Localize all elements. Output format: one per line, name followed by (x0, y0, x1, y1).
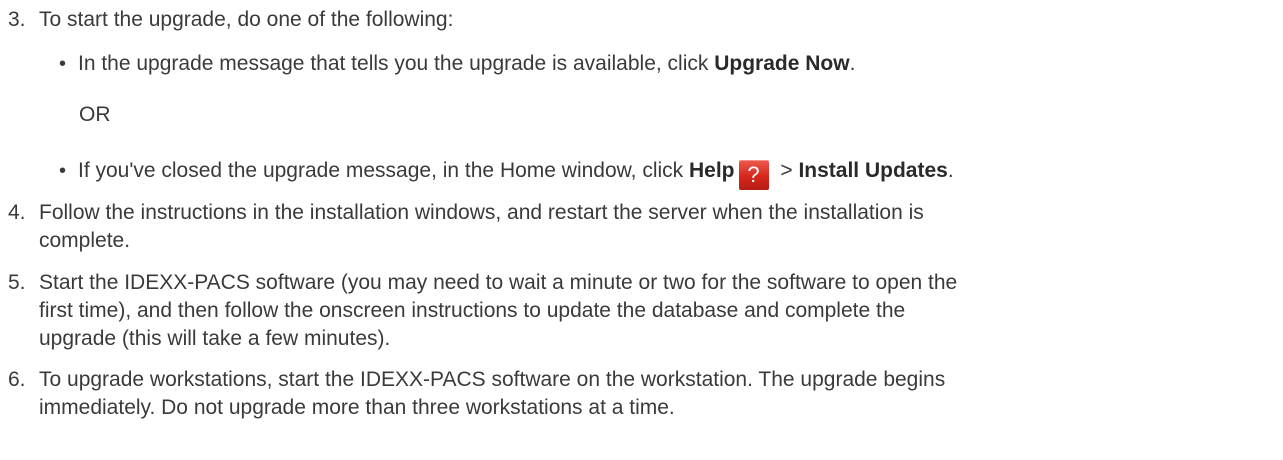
step-5-line-3: upgrade (this will take a few minutes). (39, 327, 391, 350)
upgrade-now-label: Upgrade Now (714, 52, 850, 75)
bullet-marker: • (59, 160, 67, 182)
menu-path-separator: > (774, 159, 799, 182)
step-4-number: 4. (8, 201, 26, 224)
step-6-line-2: immediately. Do not upgrade more than th… (39, 396, 675, 419)
step-4-line-1: Follow the instructions in the installat… (39, 201, 924, 224)
help-label: Help (689, 159, 735, 182)
step-6-line-1: To upgrade workstations, start the IDEXX… (39, 368, 946, 391)
bullet-install-updates-period: . (947, 159, 954, 182)
bullet-upgrade-now: In the upgrade message that tells you th… (78, 50, 855, 78)
bullet-upgrade-now-period: . (849, 52, 856, 75)
bullet-upgrade-now-text: In the upgrade message that tells you th… (78, 52, 715, 75)
help-question-icon: ? (738, 160, 769, 190)
bullet-marker: • (59, 53, 67, 75)
step-3-number: 3. (8, 8, 26, 31)
step-5-line-1: Start the IDEXX-PACS software (you may n… (39, 271, 958, 294)
step-5-line-2: first time), and then follow the onscree… (39, 299, 906, 322)
step-5-number: 5. (8, 271, 26, 294)
step-6-number: 6. (8, 368, 26, 391)
step-3-text: To start the upgrade, do one of the foll… (39, 8, 454, 31)
step-4-line-2: complete. (39, 229, 131, 252)
bullet-install-updates-text: If you've closed the upgrade message, in… (78, 159, 689, 182)
install-updates-label: Install Updates (798, 159, 948, 182)
bullet-install-updates: If you've closed the upgrade message, in… (78, 157, 954, 190)
or-separator: OR (79, 103, 111, 126)
